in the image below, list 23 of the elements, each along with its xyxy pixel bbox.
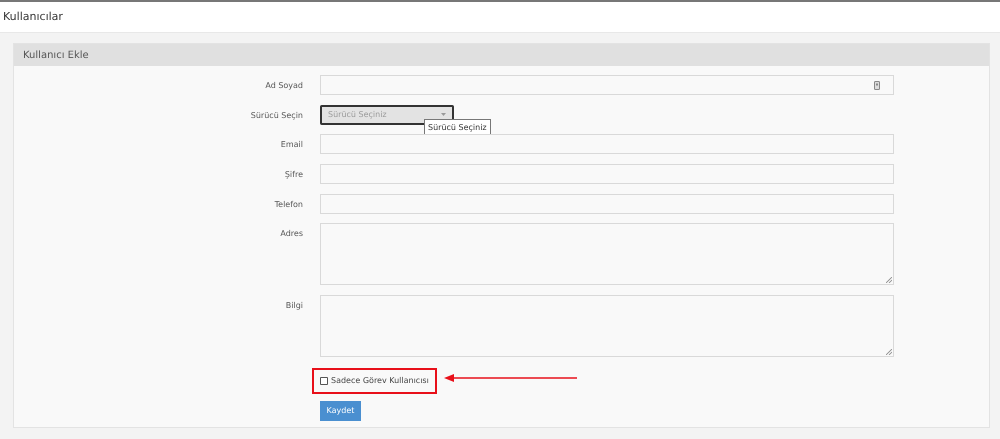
resize-handle-icon (886, 349, 892, 356)
resize-handle-icon (886, 277, 892, 284)
input-field[interactable] (320, 194, 894, 214)
field-label: Bilgi (286, 300, 303, 312)
field-label: Şifre (284, 169, 303, 182)
text-area[interactable] (320, 295, 894, 358)
driver-select[interactable]: Sürücü Seçiniz (320, 104, 454, 125)
text-area[interactable] (320, 223, 894, 286)
save-button[interactable]: Kaydet (320, 400, 361, 420)
field-label: Sürücü Seçin (250, 110, 303, 122)
field-label: Adres (280, 228, 303, 240)
checkbox[interactable] (320, 376, 328, 385)
input-field[interactable] (320, 134, 894, 154)
caret-icon (441, 113, 446, 116)
page-title: Kullanıcılar (3, 8, 63, 25)
checkbox-label: Sadece Görev Kullanıcısı (331, 374, 429, 387)
field-label: Telefon (274, 198, 303, 211)
field-label: Email (280, 139, 303, 152)
input-field[interactable] (320, 164, 894, 184)
input-field[interactable] (320, 75, 894, 95)
contact-card-icon (874, 80, 880, 90)
panel-title: Kullanıcı Ekle (23, 48, 89, 62)
field-label: Ad Soyad (265, 80, 303, 92)
